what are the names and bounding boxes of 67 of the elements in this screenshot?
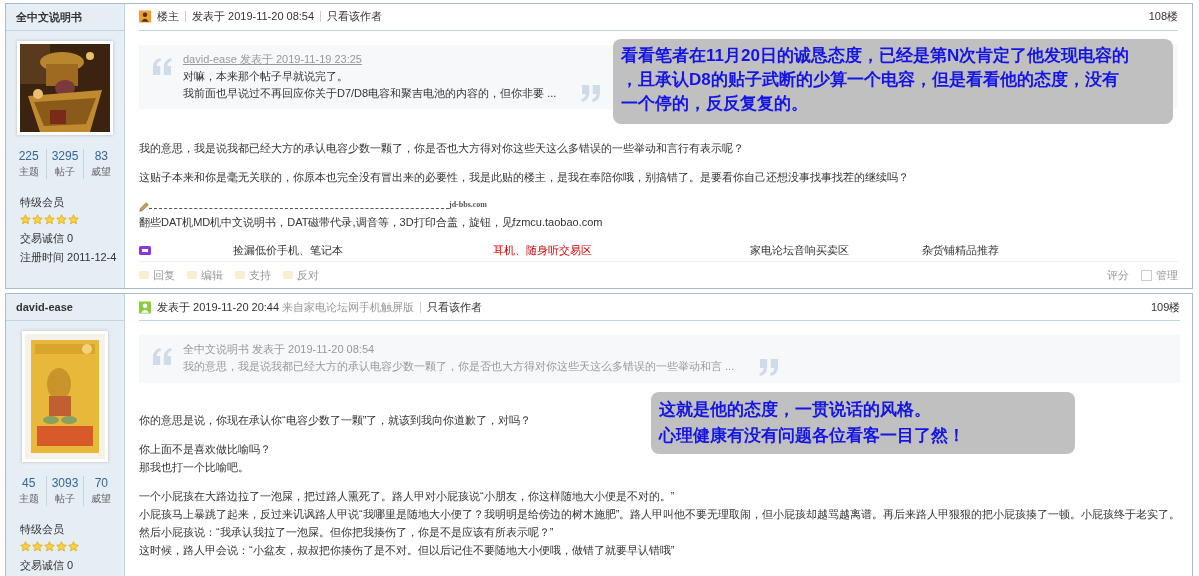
post-action[interactable]: 反对 bbox=[283, 267, 319, 283]
quote-text: 我的意思，我是说我都已经大方的承认电容少数一颗了，你是否也大方得对你这些天这么多错误的一些举动和言 ... bbox=[183, 359, 735, 374]
info-label: 交易诚信 bbox=[20, 559, 64, 571]
author-only-link[interactable]: 只看该作者 bbox=[427, 299, 483, 315]
info-value: 0 bbox=[67, 559, 74, 571]
post-text: 一个小屁孩在大路边拉了一泡屎，把过路人熏死了。路人甲对小屁孩说“小朋友，你这样随地大小便是不对的。” bbox=[139, 489, 675, 504]
post-time: 发表于 2019-11-20 08:54 bbox=[192, 9, 315, 25]
stat-label: 主题 bbox=[18, 165, 39, 179]
floor-number: 109楼 bbox=[1150, 299, 1181, 315]
info-label: 注册时间 bbox=[20, 251, 64, 263]
info-value: 0 bbox=[67, 232, 74, 244]
post-text: 然后小屁孩说：“我承认我拉了一泡屎。但你把我揍伤了，你是不是应该有所表示呢？” bbox=[139, 525, 554, 540]
post-source: 来自家电论坛网手机触屏版 bbox=[282, 299, 415, 315]
post-text: 那我也打一个比喻吧。 bbox=[139, 460, 249, 475]
post-text: 你上面不是喜欢做比喻吗？ bbox=[139, 442, 271, 457]
ad-link[interactable]: 杂货铺精品推荐 bbox=[922, 244, 999, 256]
author-name[interactable]: 全中文说明书 bbox=[6, 4, 124, 31]
post-action[interactable]: 编辑 bbox=[187, 267, 223, 283]
op-label: 楼主 bbox=[157, 9, 179, 25]
post-text: 这时候，路人甲会说：“小盆友，叔叔把你揍伤了是不对。但以后记住不要随地大小便哦，做错了就要早认错哦” bbox=[139, 543, 675, 558]
post-action[interactable]: 回复 bbox=[139, 267, 175, 283]
stat-count[interactable]: 225 bbox=[18, 149, 39, 163]
post-text: 这贴子本来和你是毫无关联的，你原本也完全没有冒出来的必要性，我是此贴的楼主，是我在奉陪你哦，别搞错了。是要看你自己还想没事找事找茬的继续吗？ bbox=[139, 169, 909, 185]
user-rank: 特级会员 bbox=[20, 195, 65, 210]
info-label: 交易诚信 bbox=[20, 232, 64, 244]
post-action[interactable]: 支持 bbox=[235, 267, 271, 283]
signature-text: 翻些DAT机MD机中文说明书，DAT磁带代录,调音等，3D打印合盖，旋钮，见fzmcu.taobao.com bbox=[139, 214, 603, 230]
stat-count[interactable]: 3093 bbox=[51, 476, 79, 490]
stat-label: 帖子 bbox=[55, 165, 75, 179]
floor-number: 108楼 bbox=[1148, 9, 1178, 25]
stat-label: 威望 bbox=[91, 492, 112, 506]
stat-label: 帖子 bbox=[55, 492, 75, 506]
quote-byline: 全中文说明书 发表于 2019-11-20 08:54 bbox=[183, 342, 375, 357]
post-text: 你的意思是说，你现在承认你“电容少数了一颗”了，就该到我向你道歉了，对吗？ bbox=[139, 413, 532, 428]
info-value: 2011-12-4 bbox=[67, 251, 117, 263]
author-name[interactable]: david-ease bbox=[6, 294, 124, 321]
stat-label: 威望 bbox=[91, 165, 112, 179]
site-label: jd-bbs.com bbox=[449, 200, 487, 210]
user-icon bbox=[139, 300, 151, 314]
annotation-callout: 这就是他的态度，一贯说话的风格。 心理健康有没有问题各位看客一目了然！ bbox=[651, 392, 1075, 454]
quote-text: 对嘛，本来那个帖子早就说完了。 bbox=[183, 68, 348, 84]
ad-link[interactable]: 捡漏低价手机、笔记本 bbox=[233, 244, 343, 256]
quote-byline[interactable]: david-ease 发表于 2019-11-19 23:25 bbox=[183, 50, 362, 68]
annotation-callout: 看看笔者在11月20日的诚恳态度，已经是第N次肯定了他发现电容的 ，且承认D8的贴子武断的少算一个电容，但是看看他的态度，没有 一个停的，反反复复的。 bbox=[613, 39, 1173, 124]
quote-text: 我前面也早说过不再回应你关于D7/D8电容和聚吉电池的内容的，但你非要 ... bbox=[183, 85, 557, 101]
post-time: 发表于 2019-11-20 20:44 bbox=[157, 299, 280, 315]
ad-link[interactable]: 家电论坛音响买卖区 bbox=[750, 244, 849, 256]
stat-count[interactable]: 45 bbox=[22, 476, 36, 490]
ad-link[interactable]: 耳机、随身听交易区 bbox=[493, 244, 592, 256]
stat-label: 主题 bbox=[18, 492, 39, 506]
quote-icon bbox=[151, 347, 173, 365]
pencil-icon bbox=[139, 201, 149, 212]
rate-link[interactable]: 评分 bbox=[1107, 267, 1129, 283]
quote-icon bbox=[151, 56, 173, 75]
author-only-link[interactable]: 只看该作者 bbox=[327, 9, 383, 25]
quote-icon bbox=[758, 359, 781, 377]
user-icon bbox=[139, 10, 151, 24]
post-text: 小屁孩马上暴跳了起来，反过来讥讽路人甲说“我哪里是随地大小便了？我明明是给傍边的树木施肥”。路人甲叫他不要无理取闹，但小屁孩却越骂越离谱。再后来路人甲狠狠的把小屁孩揍了一顿。小屁孩终于老实了。 bbox=[139, 507, 1181, 522]
user-rank: 特级会员 bbox=[20, 522, 65, 537]
checkbox[interactable] bbox=[1141, 269, 1152, 281]
ad-icon bbox=[139, 246, 151, 255]
stat-count[interactable]: 83 bbox=[94, 149, 108, 163]
post-text: 我的意思，我是说我都已经大方的承认电容少数一颗了，你是否也大方得对你这些天这么多错误的一些举动和言行有表示呢？ bbox=[139, 140, 744, 156]
stat-count[interactable]: 3295 bbox=[51, 149, 79, 163]
quote-icon bbox=[580, 84, 603, 103]
manage-link[interactable]: 管理 bbox=[1156, 267, 1178, 283]
stat-count[interactable]: 70 bbox=[94, 476, 108, 490]
